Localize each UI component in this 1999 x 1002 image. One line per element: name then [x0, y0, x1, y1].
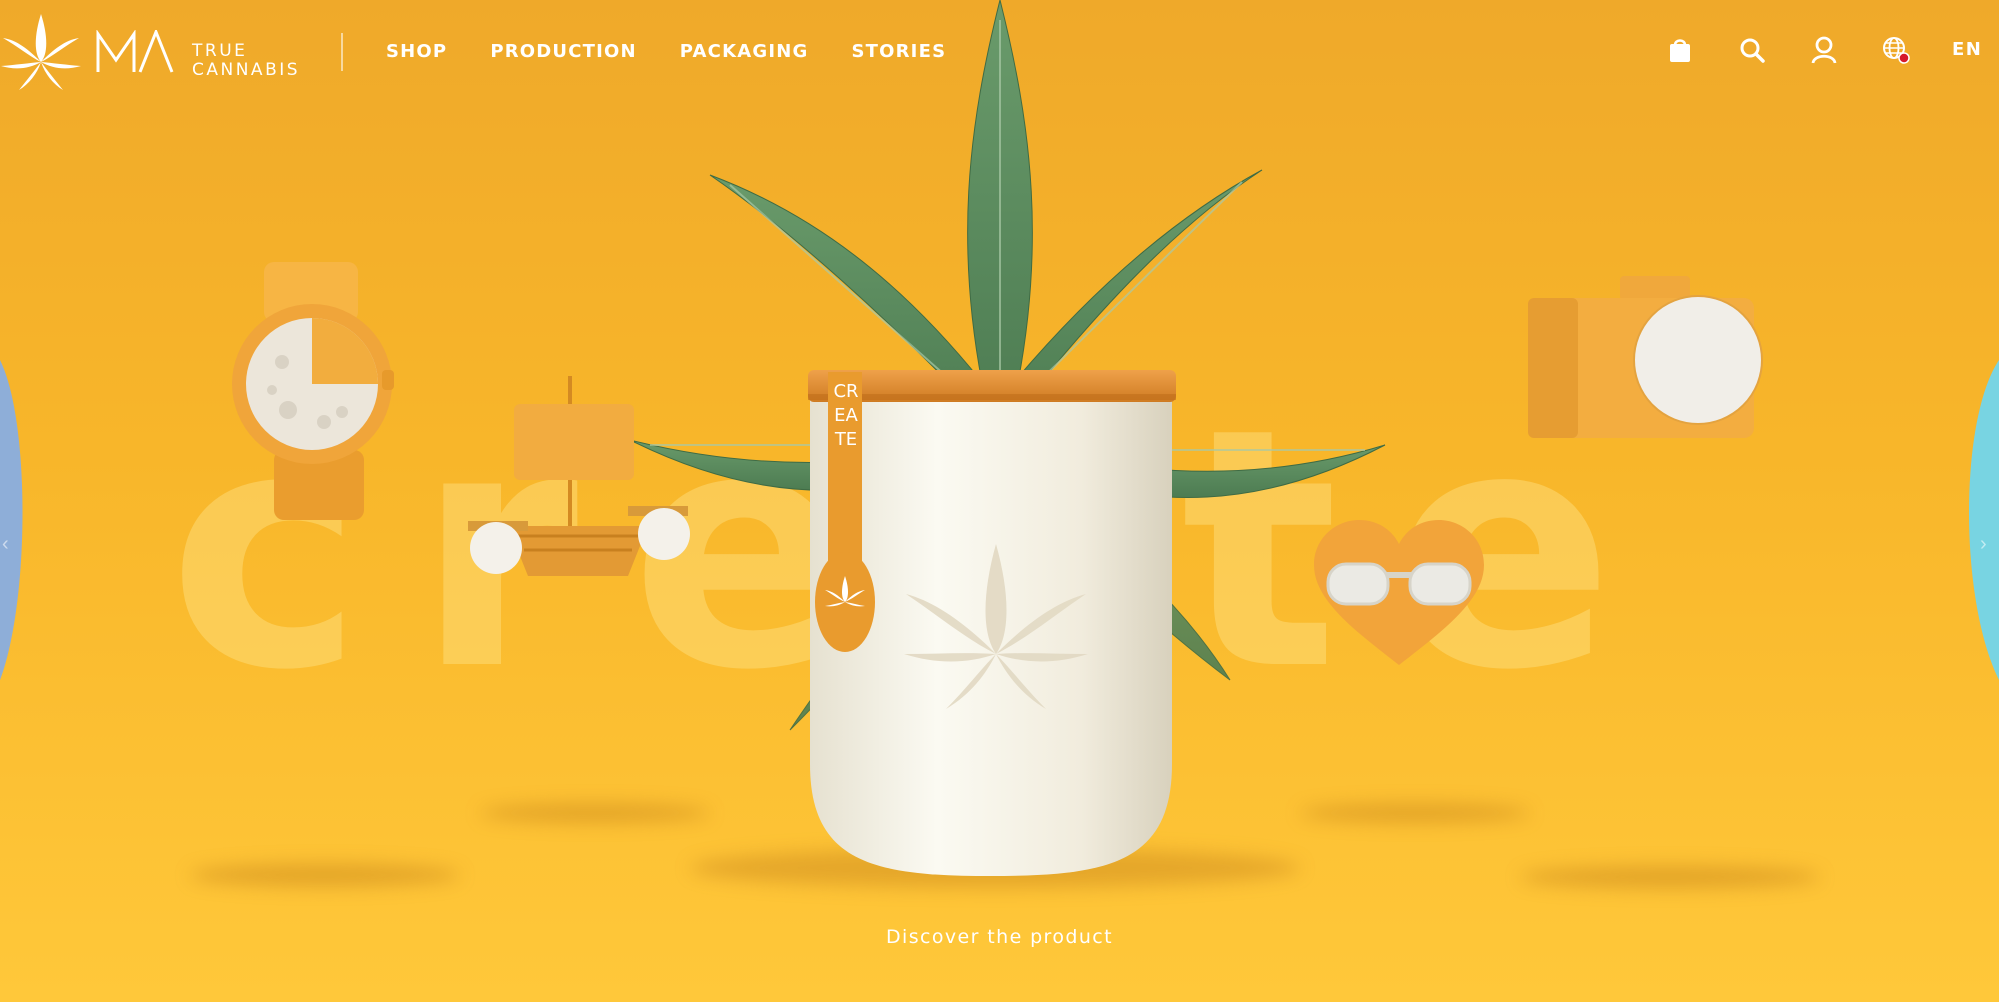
globe-icon[interactable] — [1881, 35, 1911, 65]
top-navigation: TRUE CANNABIS SHOP PRODUCTION PACKAGING … — [0, 0, 1999, 104]
nav-item-production[interactable]: PRODUCTION — [490, 40, 636, 64]
search-icon[interactable] — [1737, 35, 1767, 65]
ma-monogram-icon — [96, 30, 174, 73]
brand-line-2: CANNABIS — [192, 60, 301, 80]
ship-shadow — [480, 804, 710, 822]
language-selector[interactable]: EN — [1952, 39, 1982, 60]
nav-item-shop[interactable]: SHOP — [386, 40, 447, 64]
discover-product-label: Discover the product — [886, 926, 1113, 948]
watch-object — [232, 262, 394, 520]
nav-item-packaging[interactable]: PACKAGING — [680, 40, 809, 64]
heart-sunglasses-object — [1314, 520, 1484, 665]
discover-product-link[interactable]: Discover the product — [0, 922, 1999, 952]
next-arrow-icon[interactable]: › — [1980, 533, 1987, 556]
shopping-bag-icon[interactable] — [1665, 35, 1695, 65]
camera-object — [1528, 276, 1763, 438]
prev-arrow-icon[interactable]: ‹ — [2, 533, 9, 556]
main-menu: SHOP PRODUCTION PACKAGING STORIES — [386, 40, 989, 64]
next-slide-edge[interactable] — [1959, 360, 1999, 680]
brand-line-1: TRUE — [192, 41, 248, 61]
cannabis-leaf-logo-icon — [1, 14, 81, 90]
previous-slide-edge[interactable] — [0, 360, 30, 680]
nav-divider — [341, 33, 343, 71]
jar-label-text: CREATE — [833, 381, 859, 450]
nav-item-stories[interactable]: STORIES — [851, 40, 946, 64]
camera-shadow — [1520, 866, 1820, 888]
watch-shadow — [190, 864, 460, 886]
user-account-icon[interactable] — [1809, 35, 1839, 65]
hero-stage: create ‹ › — [0, 0, 1999, 1002]
product-jar — [808, 370, 1176, 876]
brand-logo[interactable]: TRUE CANNABIS — [0, 12, 310, 92]
toy-ship-object — [468, 376, 690, 576]
heart-shadow — [1300, 804, 1530, 822]
brand-wordmark: TRUE CANNABIS — [192, 42, 300, 80]
